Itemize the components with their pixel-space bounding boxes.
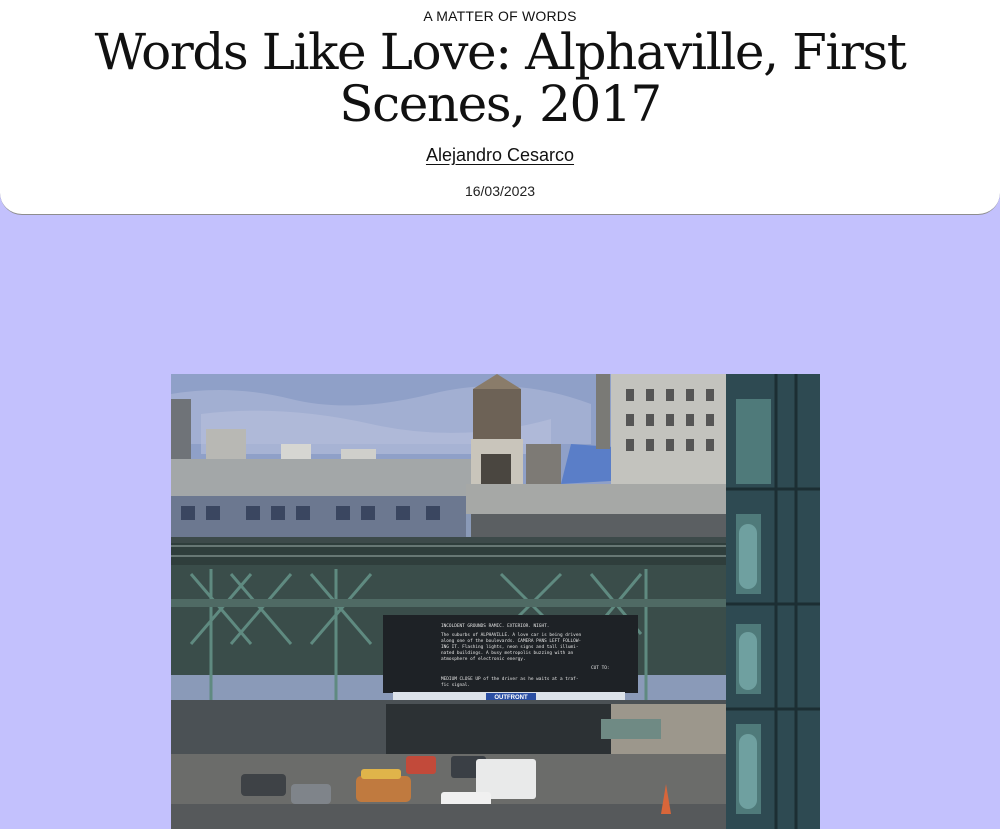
- author-byline: Alejandro Cesarco: [0, 145, 1000, 166]
- article-photo: INCOLDENT GROUNDS RAMIC. EXTERIOR. NIGHT…: [171, 374, 820, 829]
- billboard-line-5: nated buildings. A busy metropolis buzzi…: [441, 650, 574, 656]
- article-header: A MATTER OF WORDS Words Like Love: Alpha…: [0, 0, 1000, 215]
- article-title: Words Like Love: Alphaville, First Scene…: [94, 23, 907, 133]
- author-link[interactable]: Alejandro Cesarco: [426, 145, 574, 165]
- billboard-line-8: MEDIUM CLOSE UP of the driver as he wait…: [441, 676, 578, 682]
- billboard-line-9: fic signal.: [441, 682, 470, 688]
- billboard-line-4: ING IT. Flashing lights, neon signs and …: [441, 644, 578, 650]
- billboard-line-3: along one of the boulevards. CAMERA PANS…: [441, 638, 581, 644]
- billboard-line-7: CUT TO:: [591, 665, 610, 671]
- billboard-line-1: INCOLDENT GROUNDS RAMIC. EXTERIOR. NIGHT…: [441, 623, 549, 629]
- billboard-line-6: atmosphere of electronic energy.: [441, 656, 526, 662]
- billboard-line-2: The suburbs of ALPHAVILLE. A love car is…: [441, 632, 581, 638]
- publish-date: 16/03/2023: [464, 183, 536, 199]
- section-kicker: A MATTER OF WORDS: [423, 8, 577, 24]
